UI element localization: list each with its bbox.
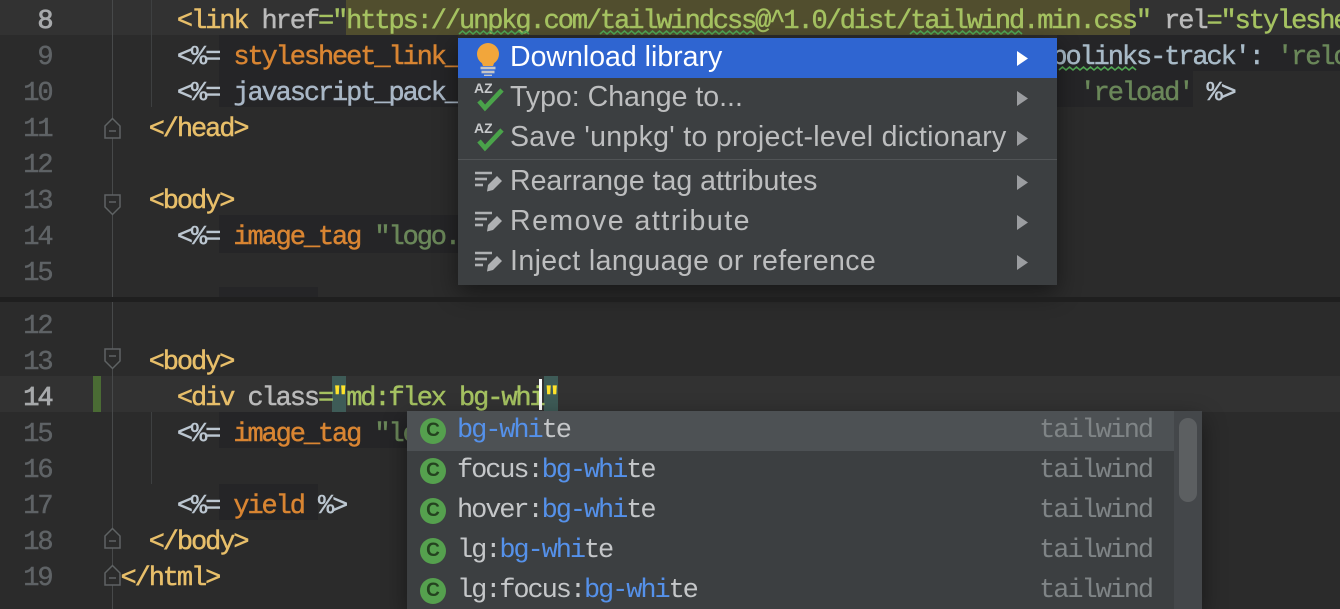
svg-text:AZ: AZ: [474, 120, 493, 136]
svg-text:AZ: AZ: [474, 80, 493, 96]
